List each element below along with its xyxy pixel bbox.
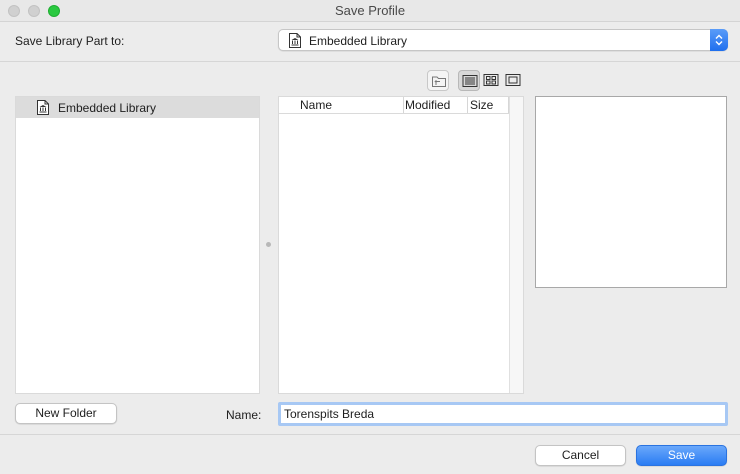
icon-view-button[interactable] — [480, 70, 502, 91]
library-doc-icon — [289, 33, 301, 51]
save-profile-dialog: Save Profile Save Library Part to: Embed… — [0, 0, 740, 474]
splitter-handle[interactable] — [266, 242, 271, 247]
preview-view-button[interactable] — [502, 70, 524, 91]
chevron-updown-icon[interactable] — [710, 29, 728, 51]
save-button[interactable]: Save — [636, 445, 727, 466]
destination-value: Embedded Library — [309, 34, 408, 48]
cancel-button[interactable]: Cancel — [535, 445, 626, 466]
library-doc-icon — [37, 100, 49, 118]
name-label: Name: — [226, 408, 262, 422]
list-view-button[interactable] — [458, 70, 480, 91]
divider — [0, 61, 740, 62]
preview-pane — [535, 96, 727, 288]
library-tree[interactable]: Embedded Library — [15, 96, 260, 394]
column-divider — [403, 97, 404, 113]
column-divider — [467, 97, 468, 113]
column-header-size[interactable]: Size — [470, 98, 493, 114]
column-header-modified[interactable]: Modified — [405, 98, 450, 114]
name-input[interactable] — [278, 402, 728, 426]
tree-item-embedded-library[interactable]: Embedded Library — [16, 97, 259, 118]
file-list-header: Name Modified Size — [279, 97, 511, 114]
folder-up-button[interactable] — [427, 70, 449, 91]
new-folder-button[interactable]: New Folder — [15, 403, 117, 424]
title-bar: Save Profile — [0, 0, 740, 22]
destination-select[interactable]: Embedded Library — [278, 29, 728, 51]
file-list[interactable]: Name Modified Size — [278, 96, 524, 394]
column-header-name[interactable]: Name — [300, 98, 332, 114]
tree-item-label: Embedded Library — [58, 101, 157, 115]
divider — [0, 434, 740, 435]
save-to-label: Save Library Part to: — [15, 34, 125, 48]
window-title: Save Profile — [334, 3, 406, 18]
file-list-scrollbar[interactable] — [509, 97, 523, 393]
